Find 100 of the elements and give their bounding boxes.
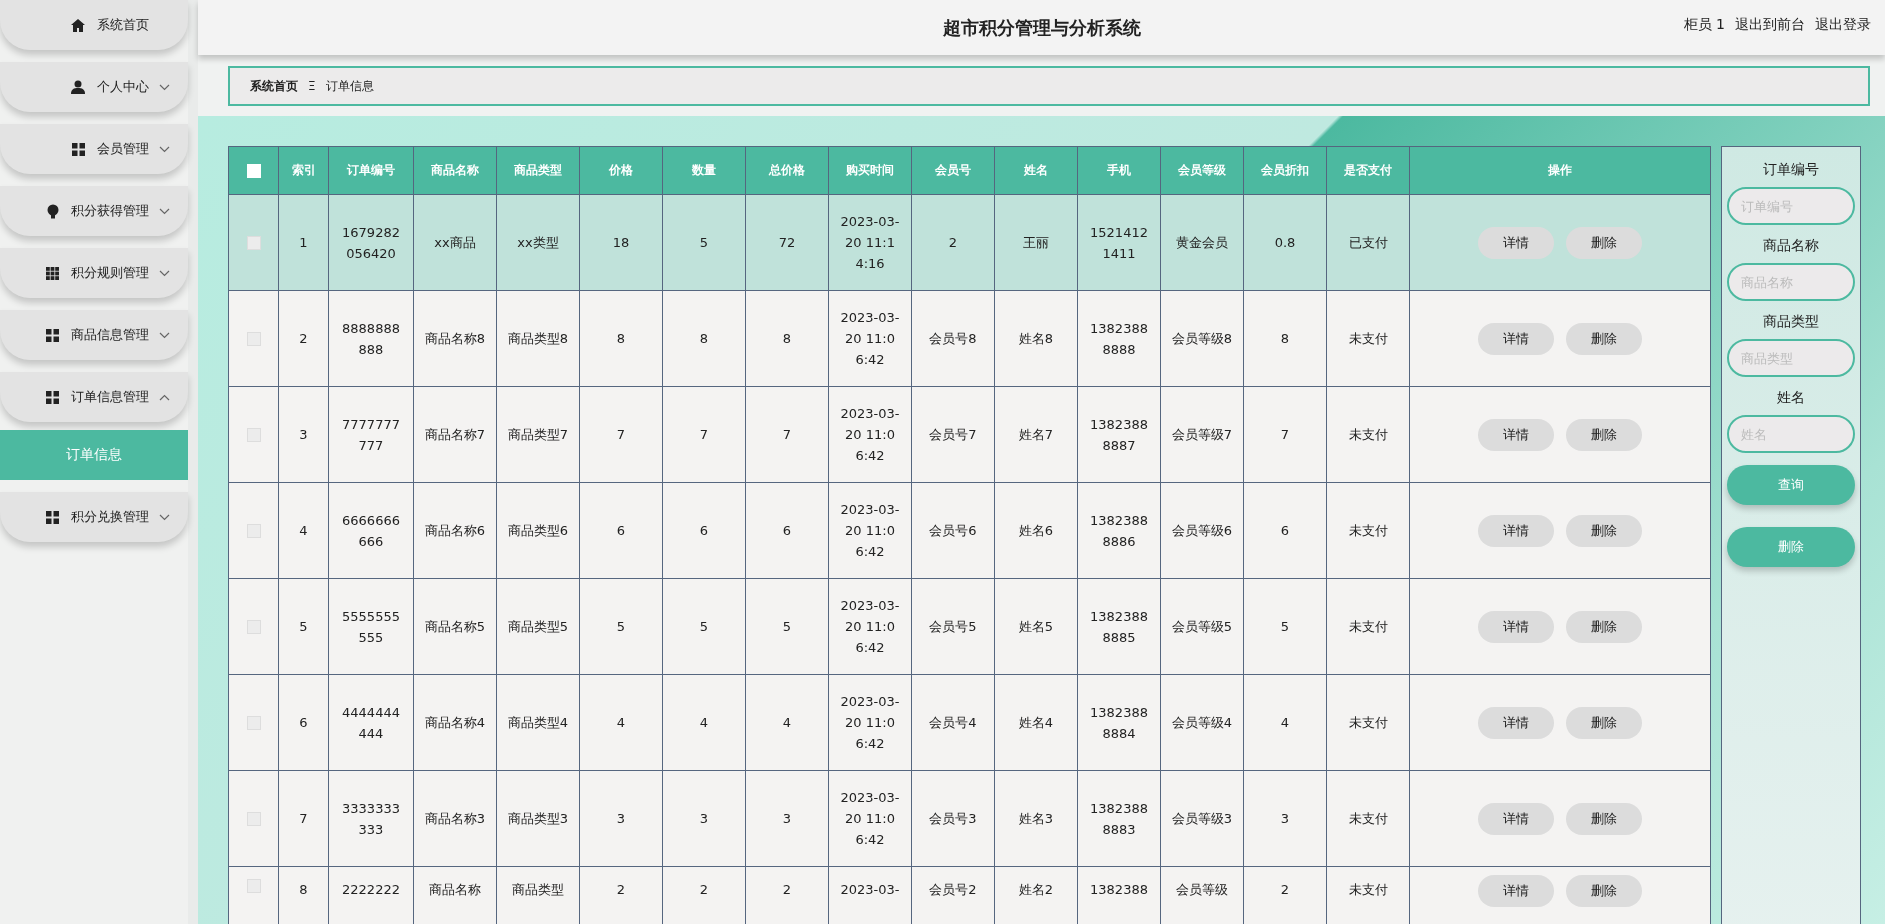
sidebar-item[interactable]: 积分规则管理: [0, 248, 188, 298]
table-row[interactable]: 4 6666666666 商品名称6 商品类型6 6 6 6 2023-03-20 11:06:42 会员号6 姓名6 13823888886 会员等级6 6 未支付 详情 删除: [229, 483, 1711, 579]
row-action-button[interactable]: 删除: [1566, 514, 1642, 547]
row-action-button[interactable]: 删除: [1566, 322, 1642, 355]
chevron-icon: [159, 331, 170, 339]
user-icon: [71, 80, 85, 94]
sidebar-item[interactable]: 积分获得管理: [0, 186, 188, 236]
table-cell-text: 72: [777, 234, 797, 252]
row-action-button[interactable]: 删除: [1566, 418, 1642, 451]
table-cell-text: 2023-03-20 11:06:42: [839, 309, 901, 369]
table-cell-text: 会员等级: [1175, 881, 1229, 899]
table-cell-text: 姓名5: [1017, 618, 1055, 636]
sidebar-item[interactable]: 会员管理: [0, 124, 188, 174]
table-cell-text: 1382388: [1089, 881, 1149, 899]
table-cell-text: 商品类型5: [507, 618, 569, 636]
table-cell-text: 未支付: [1347, 522, 1389, 540]
table-cell-text: 3: [781, 810, 793, 828]
table-cell-text: 未支付: [1347, 714, 1389, 732]
table-cell-text: 商品类型7: [507, 426, 569, 444]
breadcrumb-separator: Ξ: [308, 79, 316, 93]
table-cell-text: 姓名3: [1017, 810, 1055, 828]
table-cell-text: 15214121411: [1089, 223, 1149, 263]
table-cell-text: 商品类型: [511, 881, 565, 899]
select-all-checkbox[interactable]: [246, 163, 261, 178]
table-row[interactable]: 1 1679282056420 xx商品 xx类型 18 5 72 2023-03-20 11:14:16 2 王丽 15214121411 黄金会员 0.8 已支付 详情 删除: [229, 195, 1711, 291]
table-cell-text: 2023-03-20 11:06:42: [839, 789, 901, 849]
table-cell-text: 13823888884: [1089, 703, 1149, 743]
filter-label: 订单编号: [1763, 161, 1819, 179]
sidebar-item[interactable]: 积分兑换管理: [0, 492, 188, 542]
table-cell-text: 会员号4: [928, 714, 978, 732]
row-action-button[interactable]: 详情: [1478, 706, 1554, 739]
table-cell-text: 8888888888: [341, 319, 401, 359]
table-cell-text: 4444444444: [341, 703, 401, 743]
table-cell-text: 2023-03-20 11:06:42: [839, 693, 901, 753]
table-cell-text: 会员等级5: [1171, 618, 1233, 636]
row-action-button[interactable]: 详情: [1478, 802, 1554, 835]
grid-icon: [46, 266, 59, 280]
table-cell-text: 3333333333: [341, 799, 401, 839]
table-cell-text: 2: [615, 881, 627, 899]
table-cell-text: 7: [698, 426, 710, 444]
table-cell-text: 3: [298, 426, 309, 444]
row-action-button[interactable]: 删除: [1566, 875, 1642, 907]
table-row[interactable]: 2 8888888888 商品名称8 商品类型8 8 8 8 2023-03-20 11:06:42 会员号8 姓名8 13823888888 会员等级8 8 未支付 详情 删除: [229, 291, 1711, 387]
table-cell-text: 3: [698, 810, 710, 828]
table-cell-text: 3: [615, 810, 627, 828]
row-action-button[interactable]: 详情: [1478, 418, 1554, 451]
table-cell-text: 会员号5: [928, 618, 978, 636]
table-cell-text: 5: [615, 618, 627, 636]
chevron-icon: [159, 83, 170, 91]
table-row[interactable]: 6 4444444444 商品名称4 商品类型4 4 4 4 2023-03-20 11:06:42 会员号4 姓名4 13823888884 会员等级4 4 未支付 详情 删除: [229, 675, 1711, 771]
table-cell-text: 13823888883: [1089, 799, 1149, 839]
table-cell-text: 商品类型6: [507, 522, 569, 540]
table-cell-text: 0.8: [1273, 234, 1297, 252]
sidebar-item[interactable]: 商品信息管理: [0, 310, 188, 360]
home-icon: [71, 18, 85, 32]
row-action-button[interactable]: 删除: [1566, 226, 1642, 259]
table-row[interactable]: 5 5555555555 商品名称5 商品类型5 5 5 5 2023-03-20 11:06:42 会员号5 姓名5 13823888885 会员等级5 5 未支付 详情 删除: [229, 579, 1711, 675]
grid-icon: [46, 510, 59, 524]
table-cell-text: 5: [1279, 618, 1291, 636]
table-cell-text: 4: [698, 714, 710, 732]
table-cell-text: 1679282056420: [341, 223, 401, 263]
table-cell-text: 5: [698, 618, 710, 636]
row-action-button[interactable]: 删除: [1566, 610, 1642, 643]
row-checkbox[interactable]: [246, 235, 261, 250]
table-cell-text: 商品名称4: [424, 714, 486, 732]
table-cell-text: 7: [615, 426, 627, 444]
sidebar-item[interactable]: 个人中心: [0, 62, 188, 112]
sidebar-item[interactable]: 订单信息管理: [0, 372, 188, 422]
table-cell-text: 会员号7: [928, 426, 978, 444]
table-cell-text: 姓名7: [1017, 426, 1055, 444]
table-row[interactable]: 7 3333333333 商品名称3 商品类型3 3 3 3 2023-03-20 11:06:42 会员号3 姓名3 13823888883 会员等级3 3 未支付 详情 删除: [229, 771, 1711, 867]
table-cell-text: 2: [947, 234, 959, 252]
breadcrumb-link[interactable]: 系统首页: [250, 77, 298, 95]
table-cell-text: 6: [615, 522, 627, 540]
table-cell-text: 已支付: [1347, 234, 1389, 252]
row-action-button[interactable]: 详情: [1478, 226, 1554, 259]
row-action-button[interactable]: 详情: [1478, 610, 1554, 643]
table-cell-text: 6666666666: [341, 511, 401, 551]
row-action-button[interactable]: 详情: [1478, 514, 1554, 547]
chevron-icon: [159, 393, 170, 401]
table-cell-text: 商品类型3: [507, 810, 569, 828]
table-cell-text: 6: [1279, 522, 1291, 540]
row-action-button[interactable]: 删除: [1566, 802, 1642, 835]
table-cell-text: 2: [698, 881, 710, 899]
header-link[interactable]: 退出到前台: [1735, 16, 1805, 34]
row-action-button[interactable]: 详情: [1478, 875, 1554, 907]
table-cell-text: 5555555555: [341, 607, 401, 647]
table-cell-text: 会员等级8: [1171, 330, 1233, 348]
header-link[interactable]: 退出登录: [1815, 16, 1871, 34]
chevron-icon: [159, 513, 170, 521]
table-cell-text: 会员等级6: [1171, 522, 1233, 540]
table-cell-text: 未支付: [1347, 881, 1389, 899]
table-row[interactable]: 3 7777777777 商品名称7 商品类型7 7 7 7 2023-03-20 11:06:42 会员号7 姓名7 13823888887 会员等级7 7 未支付 详情 删除: [229, 387, 1711, 483]
sidebar-item[interactable]: 系统首页: [0, 0, 188, 50]
table-cell-text: xx商品: [433, 234, 477, 252]
table-row[interactable]: 8 2222222 商品名称 商品类型 2 2 2 2023-03- 会员号2 姓名2 1382388 会员等级 2 未支付 详情 删除: [229, 867, 1711, 924]
table-cell-text: 4: [1279, 714, 1291, 732]
row-action-button[interactable]: 详情: [1478, 322, 1554, 355]
user-name: 柜员 1: [1683, 16, 1725, 34]
row-action-button[interactable]: 删除: [1566, 706, 1642, 739]
